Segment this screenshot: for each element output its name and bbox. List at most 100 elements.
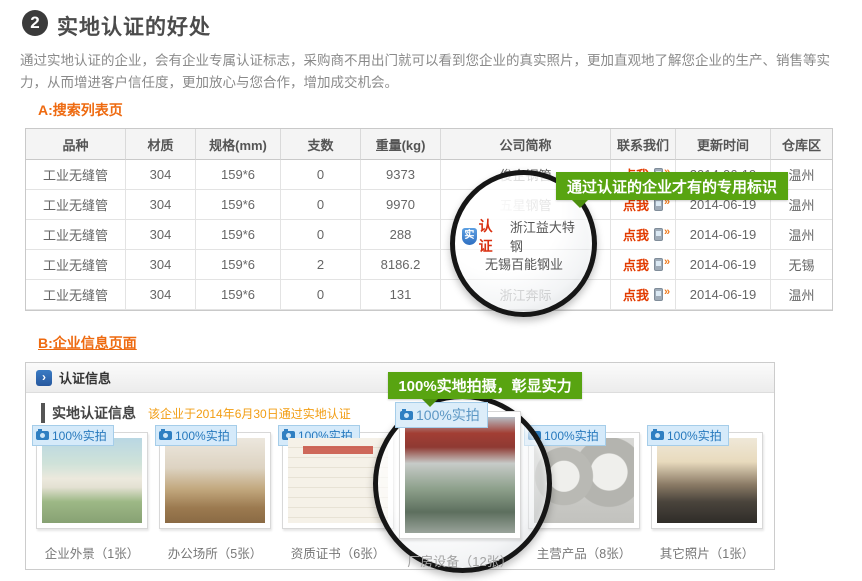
photo-card[interactable]: 100%实拍 xyxy=(159,432,271,529)
cell-spec: 159*6 xyxy=(196,280,281,310)
photo-tag-label: 100%实拍 xyxy=(175,427,230,444)
panel-title: 认证信息 xyxy=(59,368,111,387)
cell-spec: 159*6 xyxy=(196,220,281,250)
phone-icon xyxy=(654,228,663,241)
album-caption[interactable]: 资质证书（6张） xyxy=(268,543,408,562)
photo-tag-label: 100%实拍 xyxy=(544,427,599,444)
section-number-badge: 2 xyxy=(22,10,48,36)
cell-contact: 点我 xyxy=(611,250,676,280)
company-name: 浙江益大特钢 xyxy=(510,217,586,255)
cell-count: 0 xyxy=(281,220,361,250)
cell-spec: 159*6 xyxy=(196,160,281,190)
cell-updated: 2014-06-19 xyxy=(676,220,771,250)
album-caption[interactable]: 厂房设备（12张） xyxy=(390,551,530,570)
certification-shield-icon: 实 xyxy=(462,228,477,245)
photo-tag-label: 100%实拍 xyxy=(52,427,107,444)
column-header: 公司简称 xyxy=(441,129,611,160)
cell-variety: 工业无缝管 xyxy=(26,160,126,190)
cell-warehouse: 温州 xyxy=(771,280,832,310)
photo-card[interactable]: 100%实拍 xyxy=(399,411,521,539)
contact-me-link[interactable]: 点我 xyxy=(623,285,663,304)
section-b-label: B:企业信息页面 xyxy=(38,333,137,353)
album-caption[interactable]: 企业外景（1张） xyxy=(22,543,162,562)
section-a-label: A:搜索列表页 xyxy=(38,100,123,120)
intro-paragraph: 通过实地认证的企业，会有企业专属认证标志，采购商不用出门就可以看到您企业的真实照… xyxy=(20,50,852,93)
camera-icon xyxy=(651,431,664,440)
photo-card[interactable]: 100%实拍 xyxy=(651,432,763,529)
album-caption[interactable]: 其它照片（1张） xyxy=(637,543,777,562)
column-header: 品种 xyxy=(26,129,126,160)
column-header: 材质 xyxy=(126,129,196,160)
cell-updated: 2014-06-19 xyxy=(676,250,771,280)
album-exterior[interactable]: 100%实拍 xyxy=(36,432,148,529)
contact-me-label: 点我 xyxy=(623,225,649,244)
contact-me-link[interactable]: 点我 xyxy=(623,225,663,244)
cell-count: 0 xyxy=(281,280,361,310)
cell-weight: 131 xyxy=(361,280,441,310)
album-caption[interactable]: 主营产品（8张） xyxy=(514,543,654,562)
cell-weight: 9970 xyxy=(361,190,441,220)
phone-icon xyxy=(654,258,663,271)
column-header: 规格(mm) xyxy=(196,129,281,160)
cell-updated: 2014-06-19 xyxy=(676,280,771,310)
cell-variety: 工业无缝管 xyxy=(26,220,126,250)
photo-tag: 100%实拍 xyxy=(647,425,729,446)
phone-icon xyxy=(654,288,663,301)
album-caption[interactable]: 办公场所（5张） xyxy=(145,543,285,562)
onsite-photo-tooltip: 100%实地拍摄，彰显实力 xyxy=(388,372,582,399)
cell-count: 0 xyxy=(281,190,361,220)
company-exterior-photo xyxy=(42,438,142,523)
cell-weight: 8186.2 xyxy=(361,250,441,280)
camera-icon xyxy=(400,411,413,420)
cell-spec: 159*6 xyxy=(196,250,281,280)
photo-tag: 100%实拍 xyxy=(395,402,488,428)
photo-tag-label: 100%实拍 xyxy=(667,427,722,444)
page: 2 实地认证的好处 通过实地认证的企业，会有企业专属认证标志，采购商不用出门就可… xyxy=(0,0,862,581)
certification-label: 认证 xyxy=(479,216,506,256)
cell-warehouse: 无锡 xyxy=(771,250,832,280)
album-other[interactable]: 100%实拍 xyxy=(651,432,763,529)
certified-company-row: 实 认证 浙江益大特钢 xyxy=(462,226,586,246)
onsite-cert-info-line: 实地认证信息 该企业于2014年6月30日通过实地认证 xyxy=(41,403,351,423)
cell-count: 0 xyxy=(281,160,361,190)
cert-pass-date-text: 该企业于2014年6月30日通过实地认证 xyxy=(148,405,351,422)
certified-mark-tooltip: 通过认证的企业才有的专用标识 xyxy=(556,172,788,200)
album-office[interactable]: 100%实拍 xyxy=(159,432,271,529)
column-header: 联系我们 xyxy=(611,129,676,160)
cell-contact: 点我 xyxy=(611,280,676,310)
contact-me-label: 点我 xyxy=(623,285,649,304)
column-header: 仓库区 xyxy=(771,129,832,160)
company-name: 无锡百能钢业 xyxy=(462,253,586,273)
cell-contact: 点我 xyxy=(611,220,676,250)
column-header: 支数 xyxy=(281,129,361,160)
cell-weight: 9373 xyxy=(361,160,441,190)
album-factory-magnified[interactable]: 100%实拍 xyxy=(399,411,521,539)
photo-tag: 100%实拍 xyxy=(155,425,237,446)
contact-me-link[interactable]: 点我 xyxy=(623,255,663,274)
cell-material: 304 xyxy=(126,160,196,190)
photo-card[interactable]: 100%实拍 xyxy=(36,432,148,529)
contact-me-label: 点我 xyxy=(623,255,649,274)
factory-equipment-photo xyxy=(405,417,515,533)
column-header: 更新时间 xyxy=(676,129,771,160)
cell-material: 304 xyxy=(126,250,196,280)
chevron-right-icon: › xyxy=(36,370,52,386)
search-result-table: 品种 材质 规格(mm) 支数 重量(kg) 公司简称 联系我们 更新时间 仓库… xyxy=(25,128,833,311)
cell-variety: 工业无缝管 xyxy=(26,280,126,310)
photo-tag: 100%实拍 xyxy=(32,425,114,446)
office-photo xyxy=(165,438,265,523)
column-header: 重量(kg) xyxy=(361,129,441,160)
camera-icon xyxy=(159,431,172,440)
cell-variety: 工业无缝管 xyxy=(26,190,126,220)
onsite-cert-info-label: 实地认证信息 xyxy=(41,403,136,423)
team-photo xyxy=(657,438,757,523)
camera-icon xyxy=(36,431,49,440)
photo-tag-label: 100%实拍 xyxy=(416,405,480,425)
cell-material: 304 xyxy=(126,220,196,250)
cell-warehouse: 温州 xyxy=(771,220,832,250)
cell-material: 304 xyxy=(126,190,196,220)
cell-variety: 工业无缝管 xyxy=(26,250,126,280)
cell-weight: 288 xyxy=(361,220,441,250)
page-title: 实地认证的好处 xyxy=(57,11,211,41)
cell-count: 2 xyxy=(281,250,361,280)
